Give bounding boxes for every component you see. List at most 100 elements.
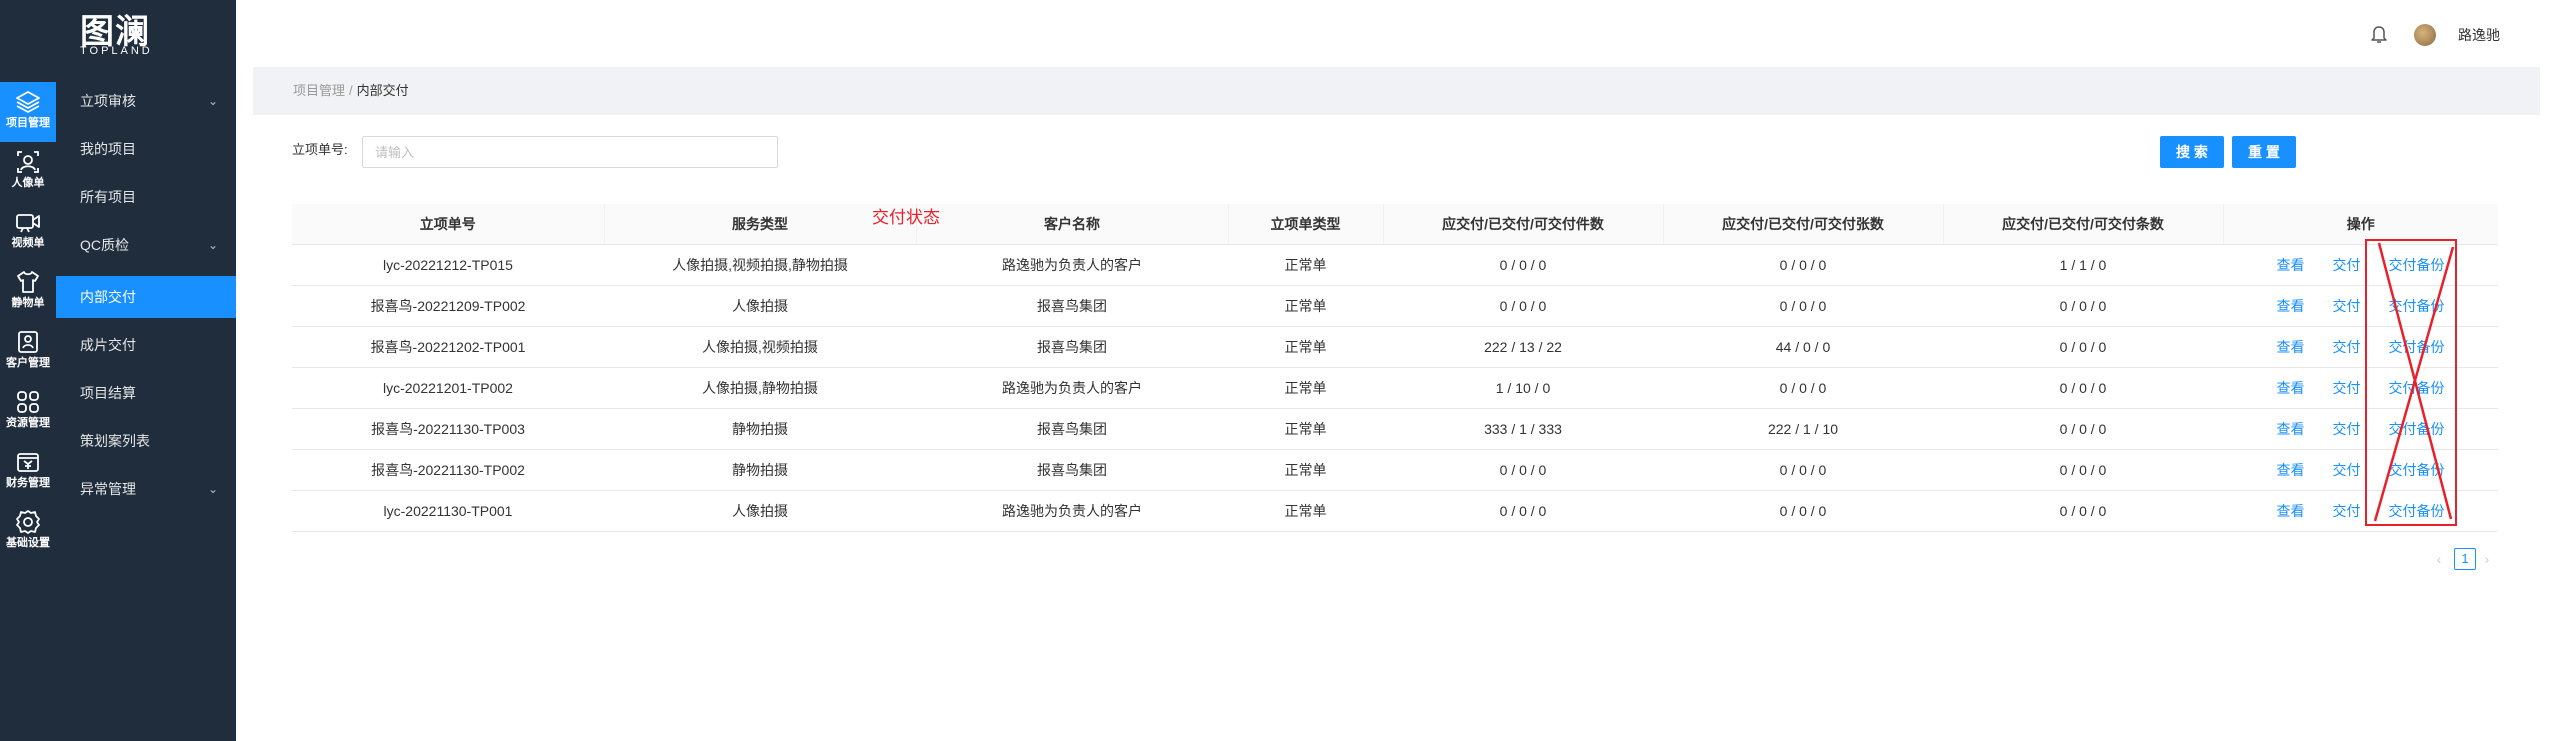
- menu-item-label: 内部交付: [80, 289, 136, 305]
- portrait-icon: [17, 151, 39, 173]
- column-header: 客户名称: [916, 204, 1229, 245]
- table-cell: lyc-20221130-TP001: [292, 490, 604, 532]
- avatar[interactable]: [2414, 24, 2436, 46]
- table-cell: 0 / 0 / 0: [1383, 244, 1663, 286]
- table-cell: 正常单: [1228, 367, 1383, 409]
- column-header: 立项单号: [292, 204, 605, 245]
- table-cell: 静物拍摄: [604, 408, 916, 450]
- breadcrumb-parent[interactable]: 项目管理: [293, 83, 345, 98]
- view-link[interactable]: 查看: [2277, 503, 2305, 519]
- deliver-link[interactable]: 交付: [2333, 339, 2361, 355]
- table-cell: 报喜鸟-20221202-TP001: [292, 326, 604, 368]
- table-cell: 0 / 0 / 0: [1943, 285, 2223, 327]
- project-no-input[interactable]: [362, 136, 778, 168]
- table-cell: 0 / 0 / 0: [1943, 490, 2223, 532]
- table-cell: 报喜鸟集团: [916, 408, 1228, 450]
- rail-label: 静物单: [11, 297, 45, 309]
- logo[interactable]: 图澜 TOPLAND: [56, 0, 236, 70]
- menu-item-final-delivery[interactable]: 成片交付: [56, 324, 236, 366]
- table-cell: 0 / 0 / 0: [1663, 244, 1943, 286]
- rail-item-resource[interactable]: 资源管理: [0, 382, 56, 442]
- menu-item-exceptions[interactable]: 异常管理 ⌄: [56, 468, 236, 510]
- table-cell: 0 / 0 / 0: [1943, 408, 2223, 450]
- view-link[interactable]: 查看: [2277, 257, 2305, 273]
- table-cell: 0 / 0 / 0: [1383, 490, 1663, 532]
- column-header: 操作: [2223, 204, 2498, 245]
- table-cell: 报喜鸟集团: [916, 449, 1228, 491]
- chevron-down-icon: ⌄: [207, 482, 218, 496]
- table-row: 报喜鸟-20221130-TP002 静物拍摄 报喜鸟集团 正常单 0 / 0 / 00…: [292, 449, 2498, 491]
- table-cell: 0 / 0 / 0: [1383, 449, 1663, 491]
- column-header: 应交付/已交付/可交付条数: [1943, 204, 2224, 245]
- icon-rail: 项目管理 人像单 视频单 静物单 客户管理 资源管理 财务管理 基础设置: [0, 0, 56, 741]
- view-link[interactable]: 查看: [2277, 462, 2305, 478]
- table-cell: 0 / 0 / 0: [1383, 285, 1663, 327]
- view-link[interactable]: 查看: [2277, 380, 2305, 396]
- table-cell: 正常单: [1228, 326, 1383, 368]
- menu-item-label: 项目结算: [80, 385, 136, 401]
- shirt-icon: [17, 271, 39, 293]
- table-cell: 0 / 0 / 0: [1943, 367, 2223, 409]
- table-cell: 0 / 0 / 0: [1663, 490, 1943, 532]
- column-header: 应交付/已交付/可交付张数: [1663, 204, 1944, 245]
- menu-item-my-projects[interactable]: 我的项目: [56, 128, 236, 170]
- layers-icon: [16, 91, 40, 113]
- rail-item-portrait[interactable]: 人像单: [0, 142, 56, 202]
- menu-item-qc[interactable]: QC质检 ⌄: [56, 224, 236, 266]
- page-number[interactable]: 1: [2454, 548, 2476, 570]
- menu-item-approval[interactable]: 立项审核 ⌄: [56, 80, 236, 122]
- menu-item-label: 异常管理: [80, 481, 136, 497]
- deliver-link[interactable]: 交付: [2333, 380, 2361, 396]
- top-header: [236, 0, 2556, 66]
- table-cell: lyc-20221201-TP002: [292, 367, 604, 409]
- logo-wordmark: TOPLAND: [80, 45, 153, 57]
- rail-item-video[interactable]: 视频单: [0, 202, 56, 262]
- table-cell: 报喜鸟集团: [916, 326, 1228, 368]
- rail-item-project[interactable]: 项目管理: [0, 82, 56, 142]
- table-row: 报喜鸟-20221209-TP002 人像拍摄 报喜鸟集团 正常单 0 / 0 / 00…: [292, 285, 2498, 327]
- strike-cross: [2373, 242, 2455, 522]
- deliver-link[interactable]: 交付: [2333, 257, 2361, 273]
- search-button[interactable]: 搜 索: [2160, 136, 2224, 168]
- table-cell: 44 / 0 / 0: [1663, 326, 1943, 368]
- menu-item-all-projects[interactable]: 所有项目: [56, 176, 236, 218]
- table-cell: 0 / 0 / 0: [1943, 449, 2223, 491]
- view-link[interactable]: 查看: [2277, 339, 2305, 355]
- next-page-button[interactable]: ›: [2480, 547, 2494, 571]
- menu-item-label: 所有项目: [80, 189, 136, 205]
- deliver-link[interactable]: 交付: [2333, 503, 2361, 519]
- table-cell: 正常单: [1228, 490, 1383, 532]
- breadcrumb-separator: /: [349, 83, 353, 98]
- menu-item-internal-delivery[interactable]: 内部交付: [56, 276, 236, 318]
- bell-icon[interactable]: [2370, 24, 2388, 44]
- finance-icon: [17, 453, 39, 472]
- menu-item-plans[interactable]: 策划案列表: [56, 420, 236, 462]
- rail-label: 项目管理: [6, 117, 50, 129]
- rail-item-settings[interactable]: 基础设置: [0, 502, 56, 562]
- reset-button[interactable]: 重 置: [2232, 136, 2296, 168]
- table-cell: 1 / 1 / 0: [1943, 244, 2223, 286]
- rail-item-customer[interactable]: 客户管理: [0, 322, 56, 382]
- breadcrumb-current: 内部交付: [356, 83, 409, 98]
- view-link[interactable]: 查看: [2277, 298, 2305, 314]
- table-cell: 人像拍摄,视频拍摄,静物拍摄: [604, 244, 916, 286]
- chevron-down-icon: ⌄: [207, 94, 218, 108]
- deliver-link[interactable]: 交付: [2333, 462, 2361, 478]
- table-cell: 222 / 1 / 10: [1663, 408, 1943, 450]
- rail-item-finance[interactable]: 财务管理: [0, 442, 56, 502]
- view-link[interactable]: 查看: [2277, 421, 2305, 437]
- table-cell: 人像拍摄: [604, 490, 916, 532]
- deliver-link[interactable]: 交付: [2333, 421, 2361, 437]
- side-menu: 立项审核 ⌄ 我的项目 所有项目 QC质检 ⌄ 内部交付 成片交付 项目结算 策…: [56, 80, 236, 741]
- table-cell: 人像拍摄,视频拍摄: [604, 326, 916, 368]
- prev-page-button[interactable]: ‹: [2432, 547, 2446, 571]
- user-name[interactable]: 路逸驰: [2458, 24, 2500, 46]
- project-no-label: 立项单号:: [292, 142, 348, 157]
- table-row: 报喜鸟-20221202-TP001 人像拍摄,视频拍摄 报喜鸟集团 正常单 222 /…: [292, 326, 2498, 368]
- rail-item-still[interactable]: 静物单: [0, 262, 56, 322]
- menu-item-settlement[interactable]: 项目结算: [56, 372, 236, 414]
- column-header: 立项单类型: [1228, 204, 1384, 245]
- rail-label: 基础设置: [6, 537, 50, 549]
- deliver-link[interactable]: 交付: [2333, 298, 2361, 314]
- rail-label: 资源管理: [6, 417, 50, 429]
